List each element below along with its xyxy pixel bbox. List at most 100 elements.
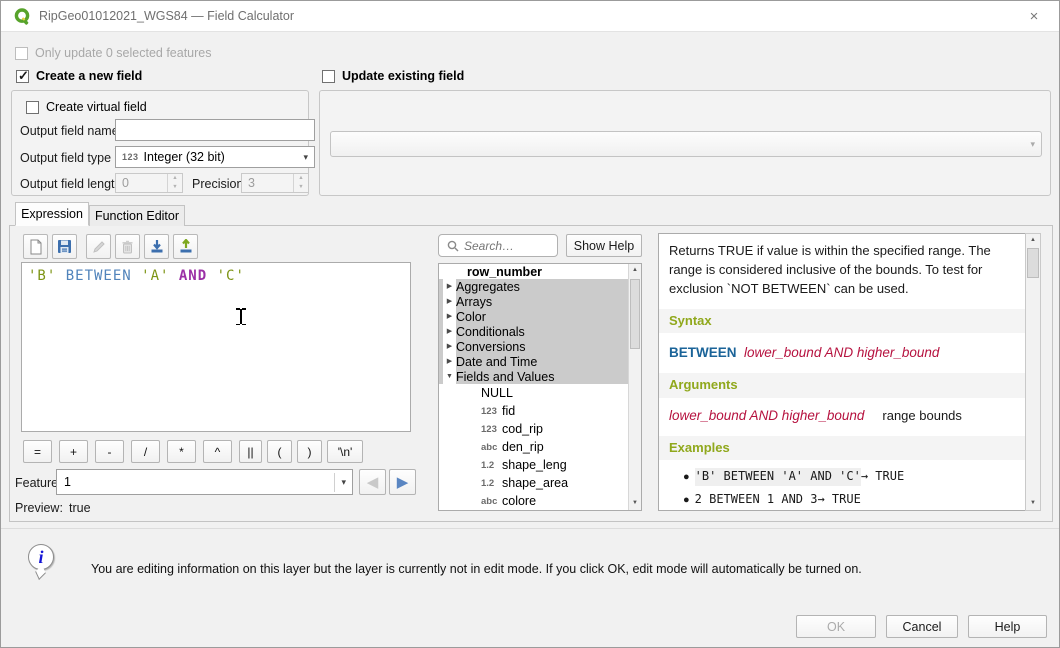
new-expression-button[interactable]: [23, 234, 48, 259]
scroll-down-icon[interactable]: ▼: [1026, 497, 1040, 510]
help-scrollbar[interactable]: ▲ ▼: [1025, 233, 1041, 511]
tree-item-cod-rip[interactable]: 123cod_rip: [439, 420, 641, 438]
checkbox-box[interactable]: [16, 70, 29, 83]
save-expression-button[interactable]: [52, 234, 77, 259]
tree-scrollbar[interactable]: ▲ ▼: [628, 264, 641, 510]
chevron-right-icon: ▶: [443, 510, 456, 511]
argument-name: lower_bound AND higher_bound: [669, 408, 864, 423]
tree-item-den-rip[interactable]: abcden_rip: [439, 438, 641, 456]
example-item: ●'B' BETWEEN 'A' AND 'C' → TRUE: [683, 468, 1015, 486]
expression-token: 'B': [28, 268, 66, 284]
create-new-field-checkbox[interactable]: Create a new field: [16, 69, 142, 83]
search-input[interactable]: [464, 239, 550, 253]
create-virtual-field-checkbox[interactable]: Create virtual field: [26, 100, 147, 114]
text-field-icon: abc: [481, 442, 502, 453]
tree-item-row-number[interactable]: row_number: [439, 264, 641, 279]
op-label: ): [308, 445, 312, 459]
op-equals-button[interactable]: =: [23, 440, 52, 463]
tree-group-fields-and-values[interactable]: ▼Fields and Values: [439, 369, 641, 384]
tree-item-shape-leng[interactable]: 1.2shape_leng: [439, 456, 641, 474]
example-item: ●2 BETWEEN 1 AND 3 → TRUE: [683, 491, 1015, 509]
expression-editor[interactable]: 'B' BETWEEN 'A' AND 'C': [21, 262, 411, 432]
field-calculator-dialog: RipGeo01012021_WGS84 — Field Calculator …: [0, 0, 1060, 648]
tree-group-color[interactable]: ▶Color: [439, 309, 641, 324]
edit-expression-button: [86, 234, 111, 259]
create-new-field-label: Create a new field: [36, 69, 142, 83]
tree-group-aggregates[interactable]: ▶Aggregates: [439, 279, 641, 294]
op-multiply-button[interactable]: *: [167, 440, 196, 463]
tree-label: Fields and Values: [456, 370, 554, 384]
tree-group-arrays[interactable]: ▶Arrays: [439, 294, 641, 309]
tree-item-fid[interactable]: 123fid: [439, 402, 641, 420]
spin-up-icon: ▲: [294, 174, 308, 183]
tree-label: fid: [502, 404, 515, 418]
cancel-label: Cancel: [903, 620, 942, 634]
cancel-button[interactable]: Cancel: [886, 615, 958, 638]
tree-group-file-and-path[interactable]: ▶File and Path: [439, 510, 641, 511]
output-field-type-combo[interactable]: 123 Integer (32 bit) ▾: [115, 146, 315, 168]
tab-function-editor[interactable]: Function Editor: [89, 205, 185, 226]
feature-label: Feature: [15, 476, 58, 490]
help-button[interactable]: Help: [968, 615, 1047, 638]
show-help-button[interactable]: Show Help: [566, 234, 642, 257]
spin-down-icon: ▼: [168, 183, 182, 192]
op-minus-button[interactable]: -: [95, 440, 124, 463]
tree-label: Date and Time: [456, 355, 537, 369]
update-existing-field-checkbox[interactable]: Update existing field: [322, 69, 464, 83]
scroll-up-icon[interactable]: ▲: [629, 264, 641, 277]
bullet-icon: ●: [683, 493, 690, 509]
title-bar: RipGeo01012021_WGS84 — Field Calculator …: [1, 1, 1059, 32]
examples-list: ●'B' BETWEEN 'A' AND 'C' → TRUE ● 2 BETWE…: [683, 468, 1015, 509]
next-feature-button[interactable]: ▶: [389, 469, 416, 495]
new-file-icon: [29, 239, 43, 255]
next-arrow-icon: ▶: [397, 473, 409, 491]
scrollbar-thumb[interactable]: [1027, 248, 1039, 278]
op-close-paren-button[interactable]: ): [297, 440, 322, 463]
op-label: /: [144, 445, 147, 459]
show-help-label: Show Help: [574, 239, 634, 253]
tree-group-conversions[interactable]: ▶Conversions: [439, 339, 641, 354]
scrollbar-thumb[interactable]: [630, 279, 640, 349]
scroll-down-icon[interactable]: ▼: [629, 497, 641, 510]
import-expressions-button[interactable]: [144, 234, 169, 259]
tree-group-conditionals[interactable]: ▶Conditionals: [439, 324, 641, 339]
close-icon[interactable]: ×: [1023, 7, 1045, 27]
example-code: 2 BETWEEN 1 AND 3: [695, 491, 818, 508]
tree-item-shape-area[interactable]: 1.2shape_area: [439, 474, 641, 492]
integer-field-icon: 123: [481, 424, 502, 435]
spinner-buttons: ▲▼: [167, 174, 182, 192]
output-field-type-label: Output field type: [20, 151, 111, 165]
spin-down-icon: ▼: [294, 183, 308, 192]
function-search-box[interactable]: [438, 234, 558, 257]
op-concat-button[interactable]: ||: [239, 440, 262, 463]
tab-expression[interactable]: Expression: [15, 202, 89, 226]
tree-item-colore[interactable]: abccolore: [439, 492, 641, 510]
scroll-up-icon[interactable]: ▲: [1026, 234, 1040, 247]
precision-value: 3: [242, 176, 293, 190]
spinner-buttons: ▲▼: [293, 174, 308, 192]
op-open-paren-button[interactable]: (: [267, 440, 292, 463]
chevron-right-icon: ▶: [443, 309, 456, 324]
output-field-name-input[interactable]: [115, 119, 315, 141]
output-field-length-spinner: 0 ▲▼: [115, 173, 183, 193]
ok-label: OK: [827, 620, 845, 634]
checkbox-box[interactable]: [26, 101, 39, 114]
feature-combo[interactable]: 1 ▾: [56, 469, 353, 495]
expression-token: 'C': [217, 268, 245, 284]
op-newline-button[interactable]: '\n': [327, 440, 363, 463]
precision-label: Precision: [192, 177, 243, 191]
tree-item-null[interactable]: NULL: [439, 384, 641, 402]
checkbox-box[interactable]: [322, 70, 335, 83]
op-power-button[interactable]: ^: [203, 440, 232, 463]
op-divide-button[interactable]: /: [131, 440, 160, 463]
op-plus-button[interactable]: +: [59, 440, 88, 463]
tree-group-date-and-time[interactable]: ▶Date and Time: [439, 354, 641, 369]
examples-heading: Examples: [659, 436, 1025, 461]
arrow-up-export-icon: [179, 239, 193, 254]
only-update-checkbox: Only update 0 selected features: [15, 46, 212, 60]
preview-label: Preview:: [15, 501, 63, 515]
export-expressions-button[interactable]: [173, 234, 198, 259]
bullet-icon: ●: [683, 470, 690, 486]
decimal-field-icon: 1.2: [481, 478, 502, 489]
spin-up-icon: ▲: [168, 174, 182, 183]
